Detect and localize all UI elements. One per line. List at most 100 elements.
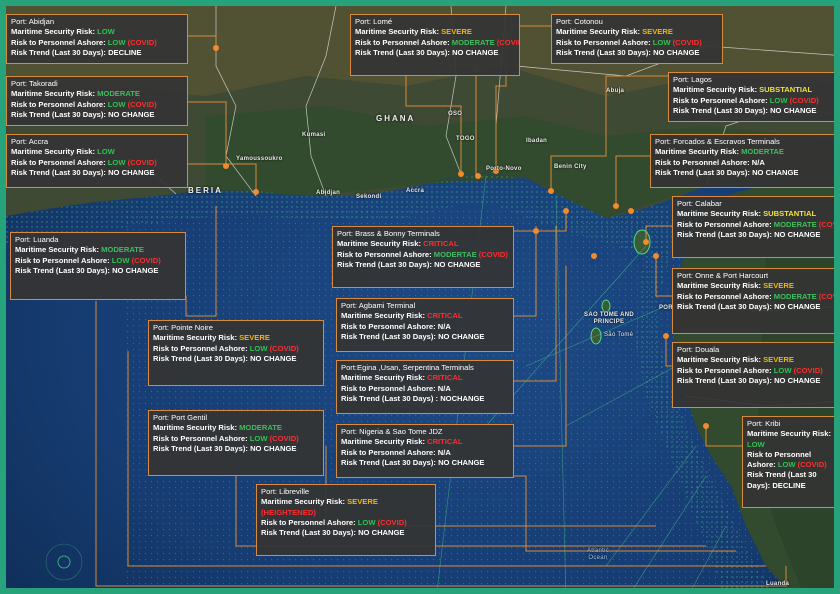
security-risk-label: Maritime Security Risk: [153, 333, 240, 343]
personnel-risk-note: (COVID) [267, 343, 299, 353]
security-risk-row: Maritime Security Risk: CRITICAL [341, 311, 509, 321]
country-label-liberia: BERIA [188, 186, 223, 195]
port-card-abidjan[interactable]: Port: Abidjan Maritime Security Risk: LOW… [6, 14, 188, 64]
security-risk-value: SEVERE [347, 497, 378, 507]
security-risk-row: Maritime Security Risk: CRITICAL [341, 373, 509, 383]
risk-trend-value: NO CHANGE [452, 47, 499, 57]
port-card-accra[interactable]: Port: Accra Maritime Security Risk: LOW Ri… [6, 134, 188, 188]
personnel-risk-value: MODERATE [773, 219, 817, 229]
personnel-risk-value: LOW [107, 157, 126, 167]
port-card-libreville[interactable]: Port: Libreville Maritime Security Risk: … [256, 484, 436, 556]
port-name: Port: Luanda [15, 235, 59, 244]
city-label-porto-novo: Porto-Novo [486, 166, 522, 172]
port-name: Port:Egina ,Usan, Serpentina Terminals [341, 363, 474, 372]
personnel-risk-note: (COVID) [818, 291, 840, 301]
port-card-brass[interactable]: Port: Brass & Bonny Terminals Maritime Se… [332, 226, 514, 288]
city-label-por: POR [659, 305, 673, 311]
personnel-risk-label: Risk to Personnel Ashore: [11, 37, 108, 47]
risk-trend-label: Risk Trend (Last 30 Days): [355, 47, 453, 57]
security-risk-row: Maritime Security Risk: CRITICAL [341, 437, 509, 447]
port-card-lome[interactable]: Port: Lomé Maritime Security Risk: SEVERE… [350, 14, 520, 76]
risk-trend-row: Risk Trend (Last 30 Days): NO CHANGE [355, 48, 515, 58]
risk-trend-label: Risk Trend (Last 30 Days): [337, 259, 435, 269]
port-card-jdz[interactable]: Port: Nigeria & Sao Tome JDZ Maritime Sec… [336, 424, 514, 478]
port-card-douala[interactable]: Port: Douala Maritime Security Risk: SEVE… [672, 342, 834, 408]
personnel-risk-row: Risk to Personnel Ashore: LOW (COVID) [556, 38, 718, 48]
security-risk-row: Maritime Security Risk: SEVERE [677, 355, 834, 365]
personnel-risk-row: Risk to Personnel Ashore: LOW (COVID) [673, 95, 834, 106]
risk-trend-value: NO CHANGE [112, 265, 159, 275]
personnel-risk-label: Risk to Personnel Ashore: [341, 383, 438, 393]
risk-trend-label: Risk Trend (Last 30 Days): [11, 167, 109, 177]
port-card-onne[interactable]: Port: Onne & Port Harcourt Maritime Secur… [672, 268, 840, 334]
personnel-risk-row: Risk to Personnel Ashore: N/A [341, 448, 509, 458]
personnel-risk-note: (COVID) [125, 99, 157, 109]
security-risk-value: CRITICAL [427, 373, 463, 383]
security-risk-value: SEVERE [642, 27, 673, 37]
port-card-pointe[interactable]: Port: Pointe Noire Maritime Security Risk… [148, 320, 324, 386]
personnel-risk-value: LOW [773, 365, 792, 375]
personnel-risk-value: LOW [777, 460, 796, 470]
risk-trend-row: Risk Trend (Last 30 Days): NO CHANGE [673, 105, 834, 116]
risk-trend-value: DECLINE [108, 47, 142, 57]
security-risk-value: MODERATE [101, 245, 144, 255]
security-risk-row: Maritime Security Risk: SEVERE [355, 27, 515, 37]
port-card-luanda[interactable]: Port: Luanda Maritime Security Risk: MODE… [10, 232, 186, 300]
risk-trend-row: Risk Trend (Last 30 Days): DECLINE [11, 48, 183, 58]
risk-trend-row: Risk Trend (Last 30 Days): NO CHANGE [341, 332, 509, 342]
personnel-risk-value: MODERATE [451, 37, 495, 47]
personnel-risk-note: (COVID) [787, 95, 819, 105]
port-name: Port: Abidjan [11, 17, 55, 26]
risk-trend-row: Risk Trend (Last 30 Days) : NOCHANGE [341, 394, 509, 404]
personnel-risk-label: Risk to Personnel Ashore: [677, 291, 774, 301]
security-risk-row: Maritime Security Risk: MODERATE [15, 245, 181, 255]
personnel-risk-label: Risk to Personnel Ashore: [673, 95, 770, 105]
city-label-kumasi: Kumasi [302, 132, 326, 138]
security-risk-row: Maritime Security Risk: MODERATE [11, 89, 183, 99]
risk-trend-label: Risk Trend (Last 30 Days): [341, 331, 439, 341]
security-risk-value: CRITICAL [427, 437, 463, 447]
risk-trend-value: NO CHANGE [108, 109, 155, 119]
risk-trend-label: Risk Trend (Last 30 Days): [677, 301, 775, 311]
port-name: Port: Calabar [677, 199, 722, 208]
personnel-risk-row: Risk to Personnel Ashore: MODERATE (COVI… [677, 219, 834, 230]
risk-trend-value: NO CHANGE [653, 47, 700, 57]
risk-trend-value: NO CHANGE [438, 331, 485, 341]
port-card-calabar[interactable]: Port: Calabar Maritime Security Risk: SUB… [672, 196, 834, 258]
port-name: Port: Forcados & Escravos Terminals [655, 137, 780, 146]
risk-trend-value: NO CHANGE [774, 229, 821, 239]
risk-trend-row: Risk Trend (Last 30 Days): NO CHANGE [337, 260, 509, 270]
risk-trend-value: NO CHANGE [770, 105, 817, 115]
risk-trend-row: Risk Trend (Last 30 Days): NO CHANGE [11, 110, 183, 120]
port-card-cotonou[interactable]: Port: Cotonou Maritime Security Risk: SEV… [551, 14, 723, 64]
personnel-risk-row: Risk to Personnel Ashore: LOW (COVID) [11, 158, 183, 168]
port-name: Port: Douala [677, 345, 720, 354]
personnel-risk-value: LOW [111, 255, 130, 265]
risk-trend-value: NO CHANGE [438, 457, 485, 467]
risk-trend-value: NO CHANGE [358, 528, 405, 538]
personnel-risk-row: Risk to Personnel Ashore: LOW (COVID) [153, 344, 319, 354]
port-card-kribi[interactable]: Port: Kribi Maritime Security Risk: LOW Ri… [742, 416, 834, 508]
security-risk-row: Maritime Security Risk: SEVERE [677, 281, 834, 291]
personnel-risk-row: Risk to Personnel Ashore: MODERATE (COVI… [677, 291, 840, 302]
port-card-gentil[interactable]: Port: Port Gentil Maritime Security Risk:… [148, 410, 324, 476]
port-card-lagos[interactable]: Port: Lagos Maritime Security Risk: SUBST… [668, 72, 834, 122]
port-card-egina[interactable]: Port:Egina ,Usan, Serpentina Terminals Ma… [336, 360, 514, 414]
personnel-risk-value: LOW [107, 99, 126, 109]
map-frame: GHANA BERIA Porto-Novo Ibadan Benin City… [0, 0, 840, 594]
security-risk-label: Maritime Security Risk: [341, 437, 428, 447]
security-risk-value: SEVERE [239, 333, 270, 343]
city-label-benin-city: Benin City [554, 164, 587, 170]
port-name: Port: Takoradi [11, 79, 58, 88]
port-name: Port: Nigeria & Sao Tome JDZ [341, 427, 443, 436]
security-risk-label: Maritime Security Risk: [153, 423, 240, 433]
port-card-takoradi[interactable]: Port: Takoradi Maritime Security Risk: MO… [6, 76, 188, 126]
security-risk-row: Maritime Security Risk: LOW [11, 27, 183, 37]
port-name: Port: Onne & Port Harcourt [677, 271, 769, 280]
risk-trend-value: NOCHANGE [440, 393, 485, 403]
port-card-forcados[interactable]: Port: Forcados & Escravos Terminals Marit… [650, 134, 834, 188]
port-card-agbami[interactable]: Port: Agbami Terminal Maritime Security R… [336, 298, 514, 352]
city-label-accra: Accra [406, 188, 425, 194]
security-risk-value: SUBSTANTIAL [763, 209, 817, 219]
risk-trend-row: Risk Trend (Last 30 Days): NO CHANGE [677, 229, 834, 240]
